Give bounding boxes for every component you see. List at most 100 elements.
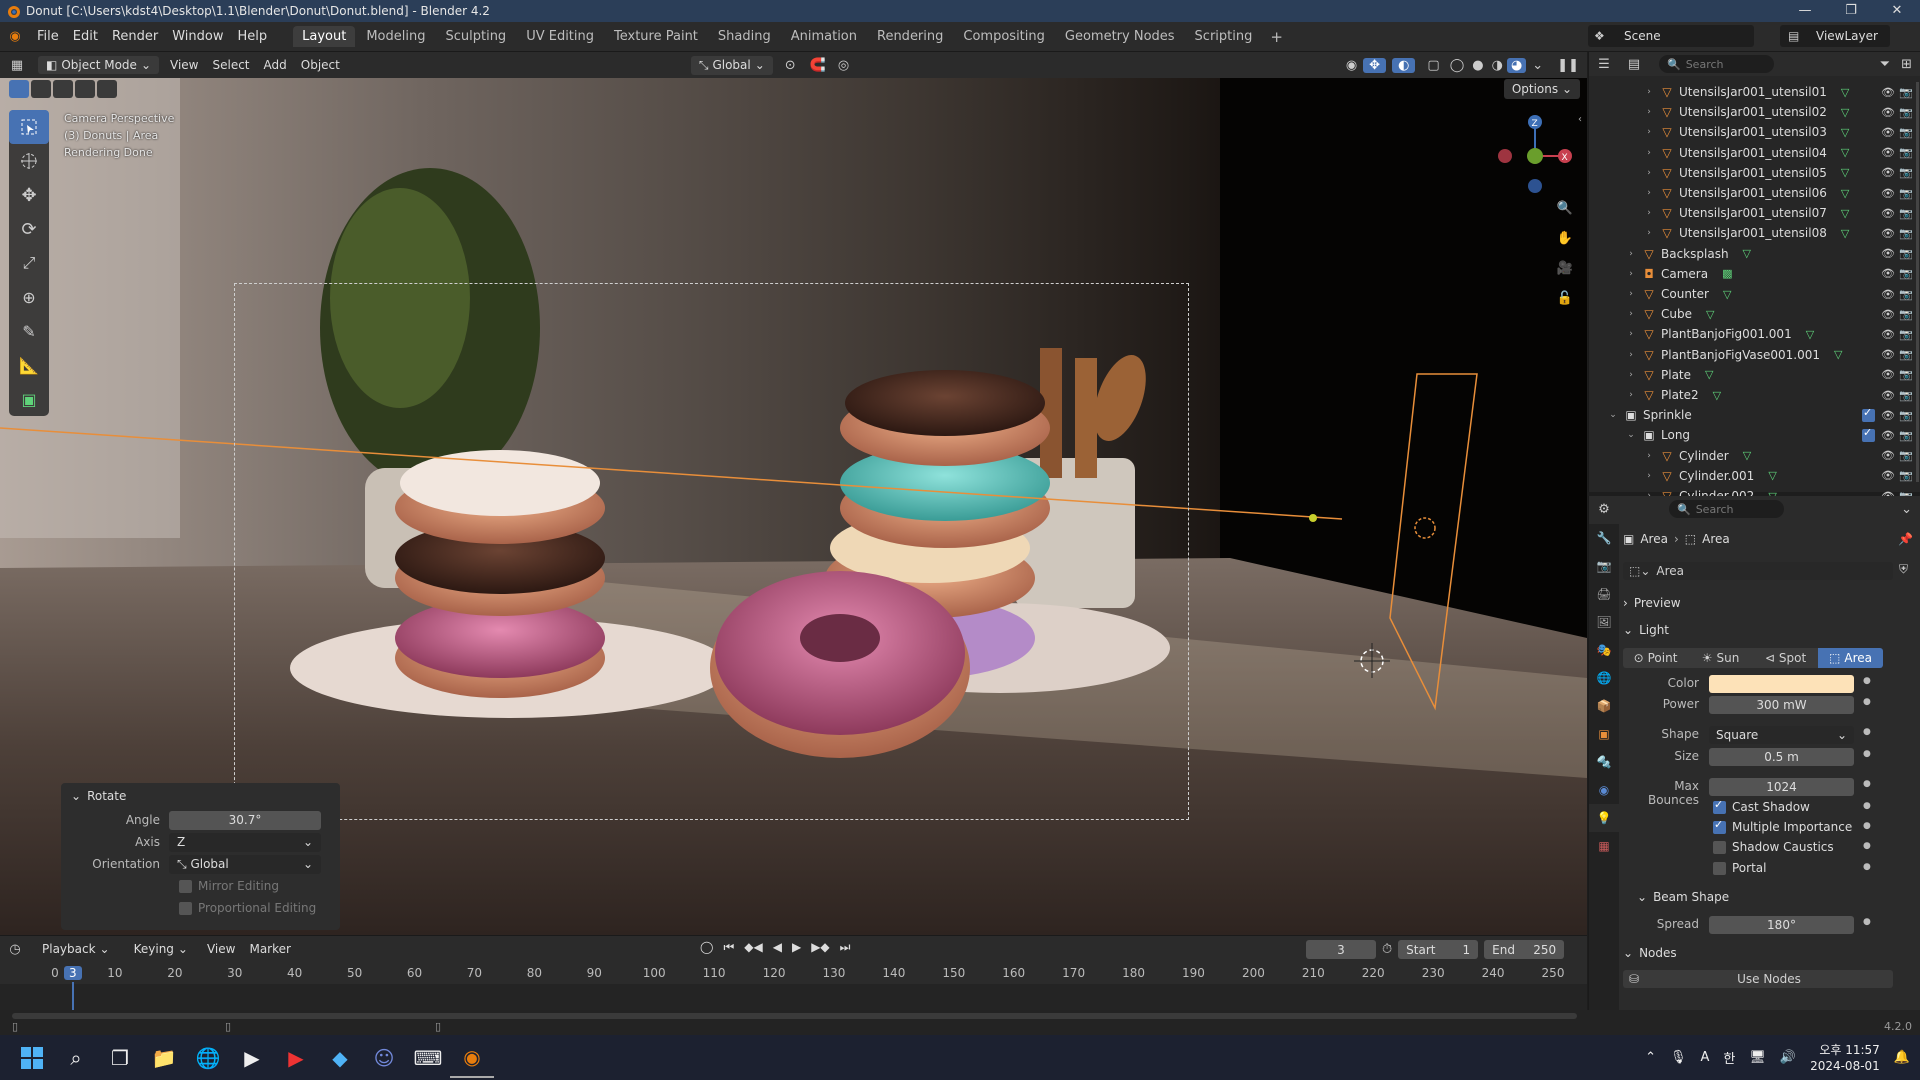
eye-icon[interactable]: 👁 bbox=[1881, 389, 1895, 402]
chevron-right-icon[interactable]: › bbox=[1643, 87, 1655, 97]
outliner-row[interactable]: › ▽ PlantBanjoFigVase001.001 ▽ 👁 📷 bbox=[1589, 345, 1920, 365]
select-box-intersect-icon[interactable] bbox=[97, 80, 117, 98]
overlay-toggle-icon[interactable]: ◐ bbox=[1392, 57, 1416, 73]
tab-compositing[interactable]: Compositing bbox=[954, 26, 1054, 47]
select-box-new-icon[interactable] bbox=[9, 80, 29, 98]
play-icon[interactable]: ▶ bbox=[792, 940, 801, 955]
navigation-gizmo[interactable]: Z X bbox=[1487, 108, 1577, 198]
add-cube-tool-icon[interactable]: ▣ bbox=[9, 382, 49, 416]
timeline-editor-type-icon[interactable]: ◷ bbox=[0, 942, 30, 957]
notification-bell-icon[interactable]: 🔔 bbox=[1894, 1050, 1910, 1065]
ime-lang[interactable]: 한 bbox=[1723, 1048, 1735, 1067]
outliner-row[interactable]: › ▽ Backsplash ▽ 👁 📷 bbox=[1589, 244, 1920, 264]
mesh-data-icon[interactable]: ▽ bbox=[1841, 106, 1849, 119]
preview-panel-header[interactable]: › Preview bbox=[1623, 592, 1917, 614]
outliner-row[interactable]: ⌄ ▣ Long 👁 📷 bbox=[1589, 425, 1920, 445]
proportional-editing-checkbox[interactable]: Proportional Editing bbox=[61, 897, 340, 919]
chevron-down-icon[interactable]: ⌄ bbox=[1607, 410, 1619, 420]
eye-icon[interactable]: 👁 bbox=[1881, 429, 1895, 442]
mesh-data-icon[interactable]: ▽ bbox=[1841, 86, 1849, 99]
outliner-row[interactable]: › ▽ UtensilsJar001_utensil08 ▽ 👁 📷 bbox=[1589, 223, 1920, 243]
mesh-data-icon[interactable]: ▽ bbox=[1841, 207, 1849, 220]
chevron-right-icon[interactable]: › bbox=[1643, 107, 1655, 117]
move-tool-icon[interactable]: ✥ bbox=[9, 178, 49, 212]
power-field[interactable]: 300 mW bbox=[1709, 696, 1854, 714]
tab-animation[interactable]: Animation bbox=[782, 26, 866, 47]
camera-view-icon[interactable]: 🎥 bbox=[1553, 256, 1577, 280]
tab-layout[interactable]: Layout bbox=[293, 26, 356, 47]
outliner-row[interactable]: › ▽ Plate ▽ 👁 📷 bbox=[1589, 365, 1920, 385]
spread-field[interactable]: 180° bbox=[1709, 916, 1854, 934]
select-menu[interactable]: Select bbox=[205, 58, 256, 72]
menu-edit[interactable]: Edit bbox=[66, 29, 105, 44]
portal-checkbox[interactable]: Portal bbox=[1713, 861, 1873, 875]
render-camera-icon[interactable]: 📷 bbox=[1899, 146, 1913, 159]
mirror-editing-checkbox[interactable]: Mirror Editing bbox=[61, 875, 340, 897]
pan-hand-icon[interactable]: ✋ bbox=[1553, 226, 1577, 250]
render-camera-icon[interactable]: 📷 bbox=[1899, 308, 1913, 321]
view-menu[interactable]: View bbox=[163, 58, 205, 72]
eye-icon[interactable]: 👁 bbox=[1881, 368, 1895, 381]
playhead-frame-badge[interactable]: 3 bbox=[63, 966, 82, 980]
view-layer-selector[interactable]: ▤ ViewLayer bbox=[1780, 25, 1890, 47]
chevron-right-icon[interactable]: › bbox=[1625, 370, 1637, 380]
eye-icon[interactable]: 👁 bbox=[1881, 449, 1895, 462]
scene-selector[interactable]: ❖ Scene bbox=[1588, 25, 1754, 47]
clock[interactable]: 오후 11:57 2024-08-01 bbox=[1810, 1042, 1880, 1074]
auto-key-icon[interactable]: ◯ bbox=[700, 940, 713, 955]
visibility-icon[interactable]: ◉ bbox=[1340, 58, 1363, 73]
chevron-right-icon[interactable]: › bbox=[1643, 451, 1655, 461]
render-camera-icon[interactable]: 📷 bbox=[1899, 429, 1913, 442]
jump-start-icon[interactable]: ⏮ bbox=[723, 940, 734, 955]
chevron-right-icon[interactable]: › bbox=[1625, 249, 1637, 259]
mesh-data-icon[interactable]: ▽ bbox=[1841, 187, 1849, 200]
render-camera-icon[interactable]: 📷 bbox=[1899, 227, 1913, 240]
display-icon[interactable]: 🖥 bbox=[1749, 1050, 1766, 1065]
chevron-right-icon[interactable]: › bbox=[1625, 269, 1637, 279]
mesh-data-icon[interactable]: ▽ bbox=[1768, 469, 1776, 482]
scale-tool-icon[interactable]: ⤢ bbox=[9, 246, 49, 280]
blender-taskbar-icon[interactable]: ◉ bbox=[450, 1038, 494, 1078]
collection-tab-icon[interactable]: 📦 bbox=[1589, 692, 1619, 720]
task-view-icon[interactable]: ❐ bbox=[98, 1038, 142, 1078]
media-player-icon[interactable]: ▶ bbox=[230, 1038, 274, 1078]
keyframe-dot-icon[interactable]: ● bbox=[1863, 801, 1871, 811]
mesh-data-icon[interactable]: ▽ bbox=[1743, 449, 1751, 462]
eye-icon[interactable]: 👁 bbox=[1881, 328, 1895, 341]
cursor-tool-icon[interactable] bbox=[9, 144, 49, 178]
eye-icon[interactable]: 👁 bbox=[1881, 308, 1895, 321]
cast-shadow-checkbox[interactable]: Cast Shadow bbox=[1713, 798, 1873, 814]
axis-dropdown[interactable]: Z ⌄ bbox=[169, 832, 321, 852]
modifier-tab-icon[interactable]: 🔩 bbox=[1589, 748, 1619, 776]
tab-scripting[interactable]: Scripting bbox=[1186, 26, 1262, 47]
properties-editor-type-icon[interactable]: ⚙ bbox=[1589, 502, 1619, 517]
stopwatch-icon[interactable]: ⏱ bbox=[1382, 942, 1392, 957]
render-camera-icon[interactable]: 📷 bbox=[1899, 348, 1913, 361]
eye-icon[interactable]: 👁 bbox=[1881, 227, 1895, 240]
tab-uv-editing[interactable]: UV Editing bbox=[517, 26, 603, 47]
timeline-view-menu[interactable]: View bbox=[200, 942, 242, 956]
render-camera-icon[interactable]: 📷 bbox=[1899, 288, 1913, 301]
keyframe-dot-icon[interactable]: ● bbox=[1863, 821, 1871, 831]
prev-keyframe-icon[interactable]: ◆◀ bbox=[744, 940, 762, 955]
render-camera-icon[interactable]: 📷 bbox=[1899, 328, 1913, 341]
chevron-right-icon[interactable]: › bbox=[1625, 350, 1637, 360]
select-box-invert-icon[interactable] bbox=[75, 80, 95, 98]
add-workspace-icon[interactable]: + bbox=[1262, 28, 1291, 46]
light-type-sun[interactable]: ☀ Sun bbox=[1688, 648, 1753, 668]
3d-viewport[interactable]: Camera Perspective (3) Donuts | Area Ren… bbox=[0, 78, 1587, 935]
eye-icon[interactable]: 👁 bbox=[1881, 126, 1895, 139]
menu-window[interactable]: Window bbox=[165, 29, 230, 44]
outliner-row[interactable]: › ▽ Cube ▽ 👁 📷 bbox=[1589, 304, 1920, 324]
eye-icon[interactable]: 👁 bbox=[1881, 288, 1895, 301]
eye-icon[interactable]: 👁 bbox=[1881, 187, 1895, 200]
nodes-panel-header[interactable]: ⌄ Nodes bbox=[1623, 942, 1917, 964]
tab-geometry-nodes[interactable]: Geometry Nodes bbox=[1056, 26, 1184, 47]
maximize-icon[interactable]: ❐ bbox=[1828, 0, 1874, 22]
render-camera-icon[interactable]: 📷 bbox=[1899, 389, 1913, 402]
mesh-data-icon[interactable]: ▽ bbox=[1743, 247, 1751, 260]
keyframe-dot-icon[interactable]: ● bbox=[1863, 727, 1871, 737]
annotate-tool-icon[interactable]: ✎ bbox=[9, 314, 49, 348]
use-nodes-button[interactable]: ⛁ Use Nodes bbox=[1623, 970, 1893, 988]
render-camera-icon[interactable]: 📷 bbox=[1899, 187, 1913, 200]
